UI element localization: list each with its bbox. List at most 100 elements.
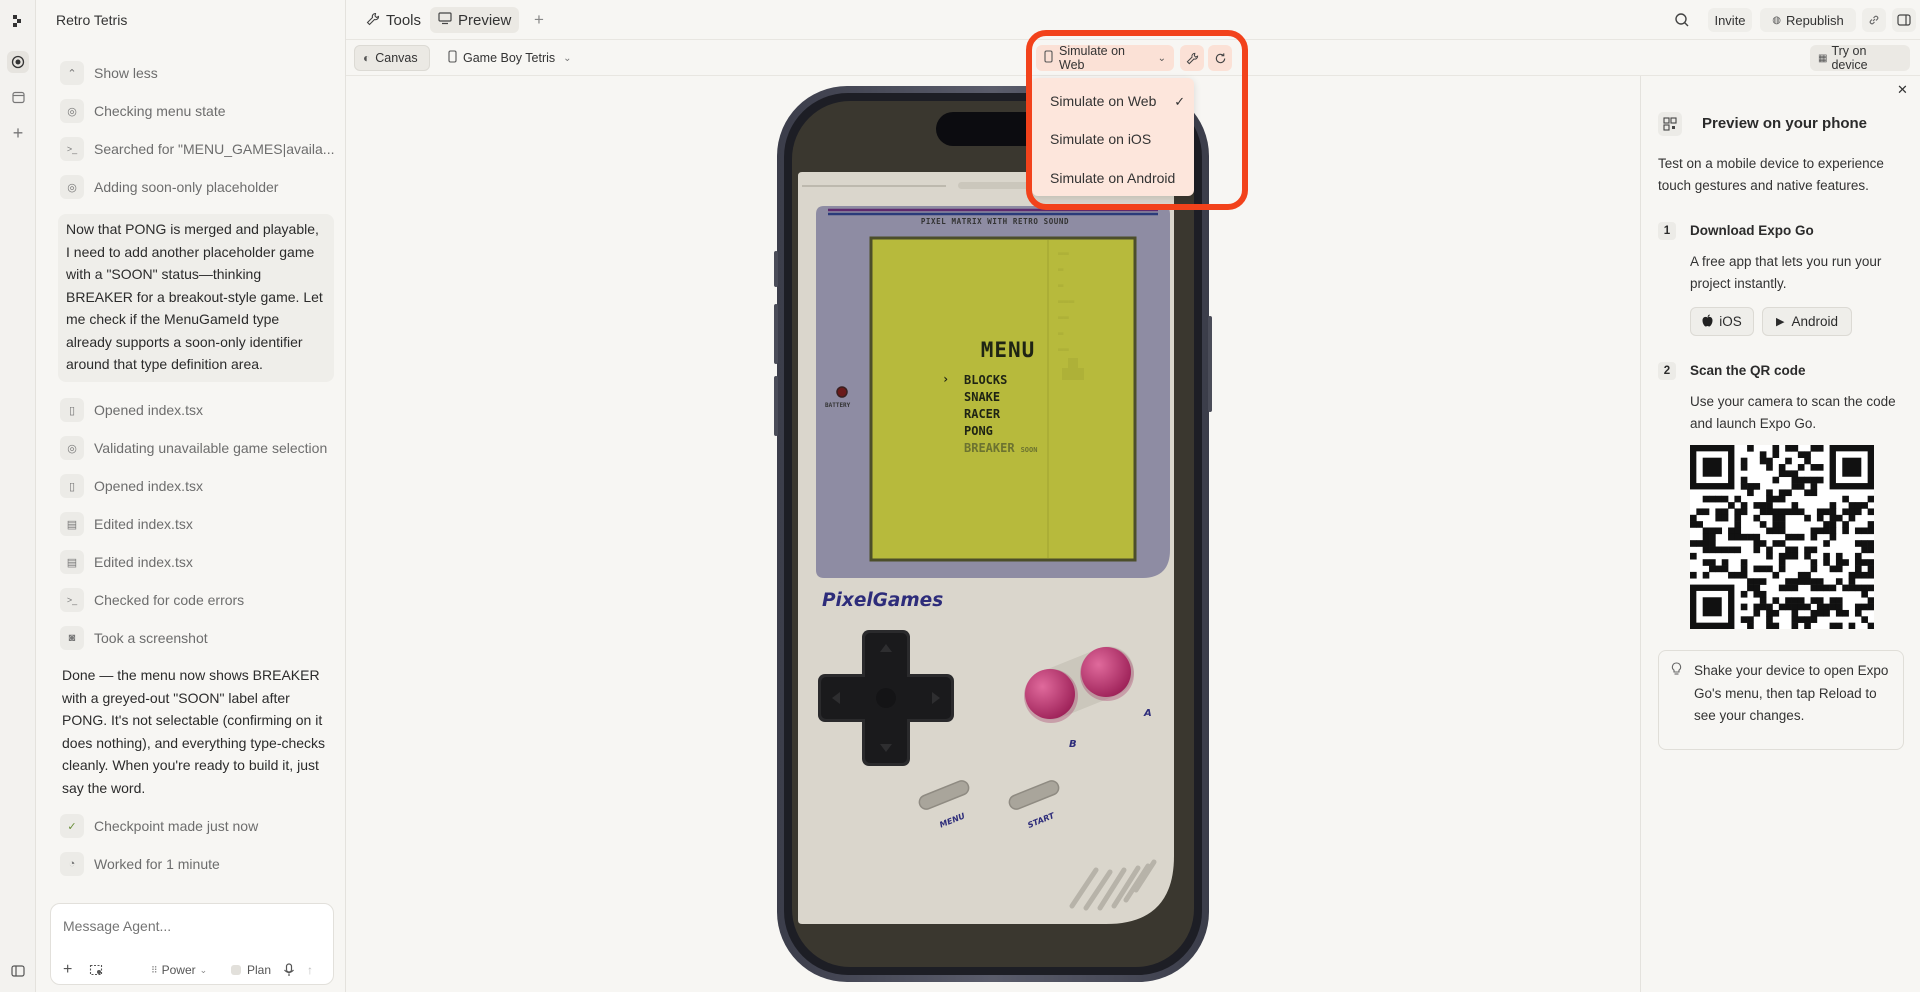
palette-icon: ◐ [363,51,371,65]
canvas-button[interactable]: ◐ Canvas [354,45,430,71]
game-menu-list: BLOCKS SNAKE RACER PONG BREAKER SOON [964,372,1037,459]
toggle-icon [231,965,241,975]
grid-dots-icon: ⠿ [151,964,158,975]
invite-button[interactable]: Invite [1708,8,1752,32]
add-icon[interactable]: + [7,122,29,144]
tab-label: Tools [386,11,422,29]
menu-item-blocks[interactable]: BLOCKS [964,372,1037,389]
message-input[interactable] [63,918,313,934]
menu-item-pong[interactable]: PONG [964,423,1037,440]
qr-code [1690,445,1875,630]
phone-icon [448,50,457,66]
microphone-icon[interactable] [283,960,295,980]
highlight-annotation [1026,30,1248,210]
android-download-button[interactable]: ▶ Android [1762,307,1852,336]
link-icon[interactable] [1862,8,1886,32]
terminal-icon: >_ [60,588,84,612]
svg-text:▬: ▬ [1058,329,1064,339]
logo-icon[interactable] [7,10,29,32]
button-a-label[interactable]: A [1144,708,1152,719]
step-item[interactable]: ▤ Edited index.tsx [60,509,193,539]
attach-icon[interactable]: + [63,960,72,980]
step-description: A free app that lets you run your projec… [1690,254,1882,291]
step-item[interactable]: ▯ Opened index.tsx [60,395,203,425]
brain-icon: ◎ [60,175,84,199]
book-icon: ▯ [60,398,84,422]
menu-item-racer[interactable]: RACER [964,406,1037,423]
mode-selector[interactable]: ⠿ Power ⌄ [147,960,211,980]
preview-canvas: ▬▬ ▬ ▬ ▬▬▬ ▬▬ ▬ ▬▬ PIXEL MATRIX WITH RETRO S… [346,76,1640,992]
screenshot-select-icon[interactable] [89,960,103,980]
left-rail: + [0,0,36,992]
device-preview-panel: ✕ Preview on your phone Test on a mobile… [1640,76,1920,992]
message-composer: + ⠿ Power ⌄ Plan ↑ [50,903,334,985]
svg-text:▬: ▬ [1058,281,1064,291]
android-label: Android [1791,314,1838,329]
agent-icon[interactable] [7,51,29,73]
ab-button-pad [1024,646,1134,723]
qr-icon [1658,112,1682,136]
step-label: Opened index.tsx [94,402,203,418]
send-icon[interactable]: ↑ [307,960,313,980]
step-label: Took a screenshot [94,630,208,646]
preview-panel-icon[interactable] [7,86,29,108]
menu-item-snake[interactable]: SNAKE [964,389,1037,406]
sidebar-toggle-icon[interactable] [7,960,29,982]
step-item[interactable]: ▤ Edited index.tsx [60,547,193,577]
tab-label: Preview [458,11,512,29]
brand-logo: PixelGames [822,590,944,611]
ios-download-button[interactable]: iOS [1690,307,1754,336]
search-icon[interactable] [1674,12,1690,31]
checkpoint-item[interactable]: ✓ Checkpoint made just now [60,811,258,841]
device-selector[interactable]: Game Boy Tetris ⌄ [440,45,580,71]
step-number: 2 [1658,362,1676,380]
step-item[interactable]: ◎ Adding soon-only placeholder [60,172,278,202]
agent-message: Now that PONG is merged and playable, I … [58,214,334,382]
project-title: Retro Tetris [56,12,128,28]
step-title: Download Expo Go [1690,223,1814,238]
step-title: Scan the QR code [1690,363,1806,378]
button-a [1081,647,1131,697]
step-item[interactable]: ◙ Took a screenshot [60,623,208,653]
mode-label: Power [161,963,196,977]
dpad[interactable] [818,630,954,766]
step-label: Validating unavailable game selection [94,440,328,456]
step-item[interactable]: ▯ Opened index.tsx [60,471,203,501]
republish-label: Republish [1785,12,1844,28]
camera-icon: ◙ [60,626,84,650]
step-label: Opened index.tsx [94,478,203,494]
button-b [1025,669,1075,719]
step-label: Checking menu state [94,103,226,119]
agent-message: Done — the menu now shows BREAKER with a… [62,667,326,796]
panel-toggle-icon[interactable] [1892,8,1916,32]
show-less-toggle[interactable]: ⌃ Show less [60,58,158,88]
plan-toggle[interactable]: Plan [231,960,271,980]
start-button [1008,780,1060,810]
step-item[interactable]: ◎ Validating unavailable game selection [60,433,327,463]
globe-icon: ◍ [1772,14,1781,26]
step-label: Worked for 1 minute [94,856,220,872]
step-label: Checkpoint made just now [94,818,259,834]
close-icon[interactable]: ✕ [1897,82,1908,98]
step-label: Checked for code errors [94,592,245,608]
step-label: Adding soon-only placeholder [94,179,279,195]
book-icon: ▯ [60,474,84,498]
menu-cursor-icon: › [942,372,950,386]
panel-intro: Test on a mobile device to experience to… [1658,156,1884,193]
plan-label: Plan [247,963,272,977]
step-item[interactable]: ◎ Checking menu state [60,96,226,126]
step-label: Edited index.tsx [94,554,193,570]
try-on-device-button[interactable]: ▦ Try on device [1810,44,1910,72]
tab-tools[interactable]: Tools [358,7,429,33]
step-item: ◔ Worked for 1 minute [60,849,220,879]
menu-item-breaker: BREAKER SOON [964,441,1038,455]
tab-preview[interactable]: Preview [430,7,520,33]
step-item[interactable]: >_ Searched for "MENU_GAMES|availa... [60,134,334,164]
step-item[interactable]: >_ Checked for code errors [60,585,244,615]
new-tab-icon[interactable]: + [526,7,552,33]
republish-button[interactable]: ◍ Republish [1760,8,1856,32]
panel-title: Preview on your phone [1702,115,1868,132]
button-b-label[interactable]: B [1069,739,1077,750]
step-label: Searched for "MENU_GAMES|availa... [94,141,335,157]
device-label: Game Boy Tetris [463,51,556,65]
